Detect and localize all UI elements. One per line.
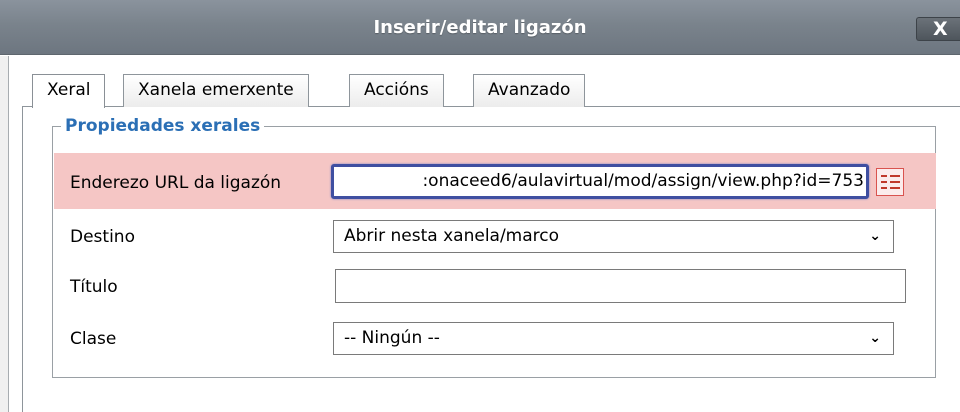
close-button[interactable]: X (916, 17, 960, 41)
dialog-titlebar: Inserir/editar ligazón X (0, 0, 960, 55)
chevron-down-icon: ⌄ (869, 228, 881, 244)
target-label: Destino (70, 227, 135, 247)
fieldset-legend: Propiedades xerales (65, 116, 261, 136)
target-select[interactable]: Abrir nesta xanela/marco ⌄ (333, 220, 894, 253)
title-label: Título (70, 277, 118, 297)
title-input[interactable] (335, 269, 906, 303)
url-input[interactable]: :onaceed6/aulavirtual/mod/assign/view.ph… (331, 164, 869, 199)
class-select[interactable]: -- Ningún -- ⌄ (333, 322, 894, 355)
tab-xanela-emerxente[interactable]: Xanela emerxente (123, 74, 309, 107)
dialog-title: Inserir/editar ligazón (373, 17, 587, 38)
class-label: Clase (70, 329, 117, 349)
dialog-left-strip (0, 56, 8, 412)
target-select-value: Abrir nesta xanela/marco (344, 226, 560, 246)
class-select-value: -- Ningún -- (344, 328, 440, 348)
tab-xeral[interactable]: Xeral (32, 74, 106, 108)
url-label: Enderezo URL da ligazón (70, 173, 282, 193)
file-browser-icon[interactable] (876, 168, 904, 196)
tab-avanzado[interactable]: Avanzado (473, 74, 586, 107)
close-icon: X (933, 18, 948, 40)
tab-accions[interactable]: Accións (349, 74, 444, 107)
chevron-down-icon: ⌄ (869, 330, 881, 346)
